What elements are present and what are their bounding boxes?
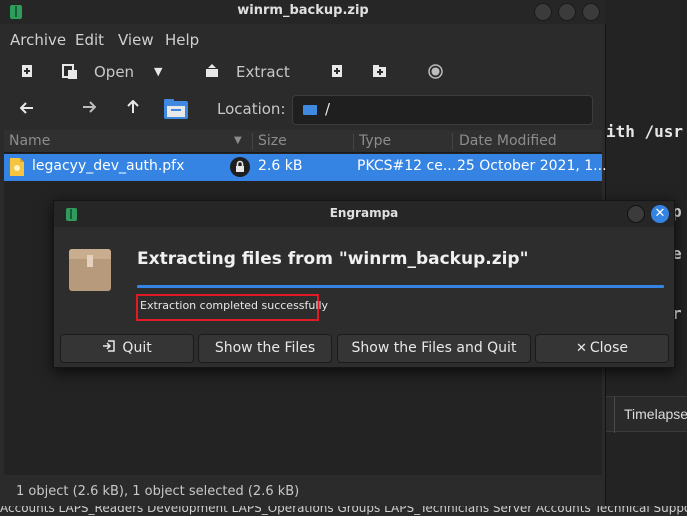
status-bar: 1 object (2.6 kB), 1 object selected (2.…: [0, 478, 606, 506]
show-files-and-quit-button[interactable]: Show the Files and Quit: [337, 334, 531, 363]
certificate-file-icon: [9, 157, 25, 181]
lock-icon: [230, 157, 250, 181]
window-title: winrm_backup.zip: [237, 3, 369, 18]
new-archive-icon[interactable]: [20, 64, 34, 82]
extraction-dialog: Engrampa ✕ Extracting files from "winrm_…: [53, 200, 675, 368]
open-icon[interactable]: [62, 64, 78, 84]
minimize-button[interactable]: [534, 3, 552, 21]
menu-archive[interactable]: Archive: [10, 31, 66, 49]
close-icon: ✕: [575, 341, 587, 356]
close-label: Close: [589, 340, 629, 356]
terminal-line: ith /usr: [606, 122, 684, 141]
quit-label: Quit: [122, 340, 152, 356]
up-arrow-icon[interactable]: [126, 99, 140, 118]
table-row[interactable]: legacyy_dev_auth.pfx 2.6 kB PKCS#12 ce..…: [4, 154, 607, 181]
progress-bar: [137, 285, 664, 288]
add-files-icon[interactable]: [330, 64, 344, 82]
navigation-toolbar: Location: /: [0, 90, 606, 130]
menu-edit[interactable]: Edit: [75, 31, 104, 49]
chevron-down-icon[interactable]: ▼: [154, 65, 162, 78]
dialog-titlebar[interactable]: Engrampa ✕: [54, 201, 674, 227]
background-bottom-strip: Accounts LAPS_Readers Development LAPS_O…: [0, 506, 687, 516]
back-arrow-icon[interactable]: [19, 100, 34, 119]
show-files-button[interactable]: Show the Files: [198, 334, 332, 363]
column-name[interactable]: Name: [9, 133, 50, 149]
dialog-title: Engrampa: [329, 206, 399, 220]
column-type[interactable]: Type: [359, 133, 391, 149]
stop-icon[interactable]: [428, 64, 443, 83]
open-button[interactable]: Open: [94, 63, 134, 81]
column-date-modified[interactable]: Date Modified: [459, 133, 557, 149]
column-size[interactable]: Size: [258, 133, 287, 149]
forward-arrow-icon[interactable]: [82, 100, 97, 118]
background-tab[interactable]: Timelapse: [624, 406, 687, 422]
location-label: Location:: [217, 100, 286, 118]
dialog-heading: Extracting files from "winrm_backup.zip": [137, 249, 529, 269]
main-toolbar: Open ▼ Extract: [0, 56, 606, 90]
home-folder-icon[interactable]: [164, 97, 188, 123]
extract-button[interactable]: Extract: [236, 63, 290, 81]
archive-box-icon: [69, 249, 111, 291]
show-files-and-quit-label: Show the Files and Quit: [351, 340, 517, 356]
column-header: Name ▼ Size Type Date Modified: [4, 130, 602, 153]
window-titlebar[interactable]: winrm_backup.zip: [0, 0, 606, 24]
maximize-button[interactable]: [558, 3, 576, 21]
menu-view[interactable]: View: [118, 31, 154, 49]
file-type: PKCS#12 ce...: [357, 158, 457, 174]
dialog-close-button[interactable]: ✕: [651, 205, 669, 223]
file-size: 2.6 kB: [258, 158, 303, 174]
extraction-status-highlight: Extraction completed successfully: [136, 294, 328, 321]
background-tab-bar: Timelapse: [606, 396, 687, 433]
location-field[interactable]: /: [292, 95, 593, 125]
quit-button[interactable]: Quit: [60, 334, 194, 363]
extraction-status: Extraction completed successfully: [140, 299, 329, 312]
menu-help[interactable]: Help: [165, 31, 199, 49]
add-folder-icon[interactable]: [372, 64, 387, 82]
show-files-label: Show the Files: [214, 340, 316, 356]
close-window-button[interactable]: [582, 3, 600, 21]
dialog-minimize-button[interactable]: [627, 205, 645, 223]
extract-icon[interactable]: [205, 64, 219, 82]
menubar: Archive Edit View Help: [0, 28, 606, 52]
file-date-modified: 25 October 2021, 1...: [457, 158, 607, 174]
close-button[interactable]: ✕ Close: [535, 334, 669, 363]
sort-chevron-icon[interactable]: ▼: [234, 135, 242, 146]
location-value: /: [325, 100, 331, 118]
folder-icon: [303, 105, 317, 115]
status-text: 1 object (2.6 kB), 1 object selected (2.…: [16, 484, 300, 499]
quit-icon: [102, 340, 119, 356]
background-bottom-text: Accounts LAPS_Readers Development LAPS_O…: [0, 506, 687, 515]
file-name: legacyy_dev_auth.pfx: [32, 158, 185, 174]
